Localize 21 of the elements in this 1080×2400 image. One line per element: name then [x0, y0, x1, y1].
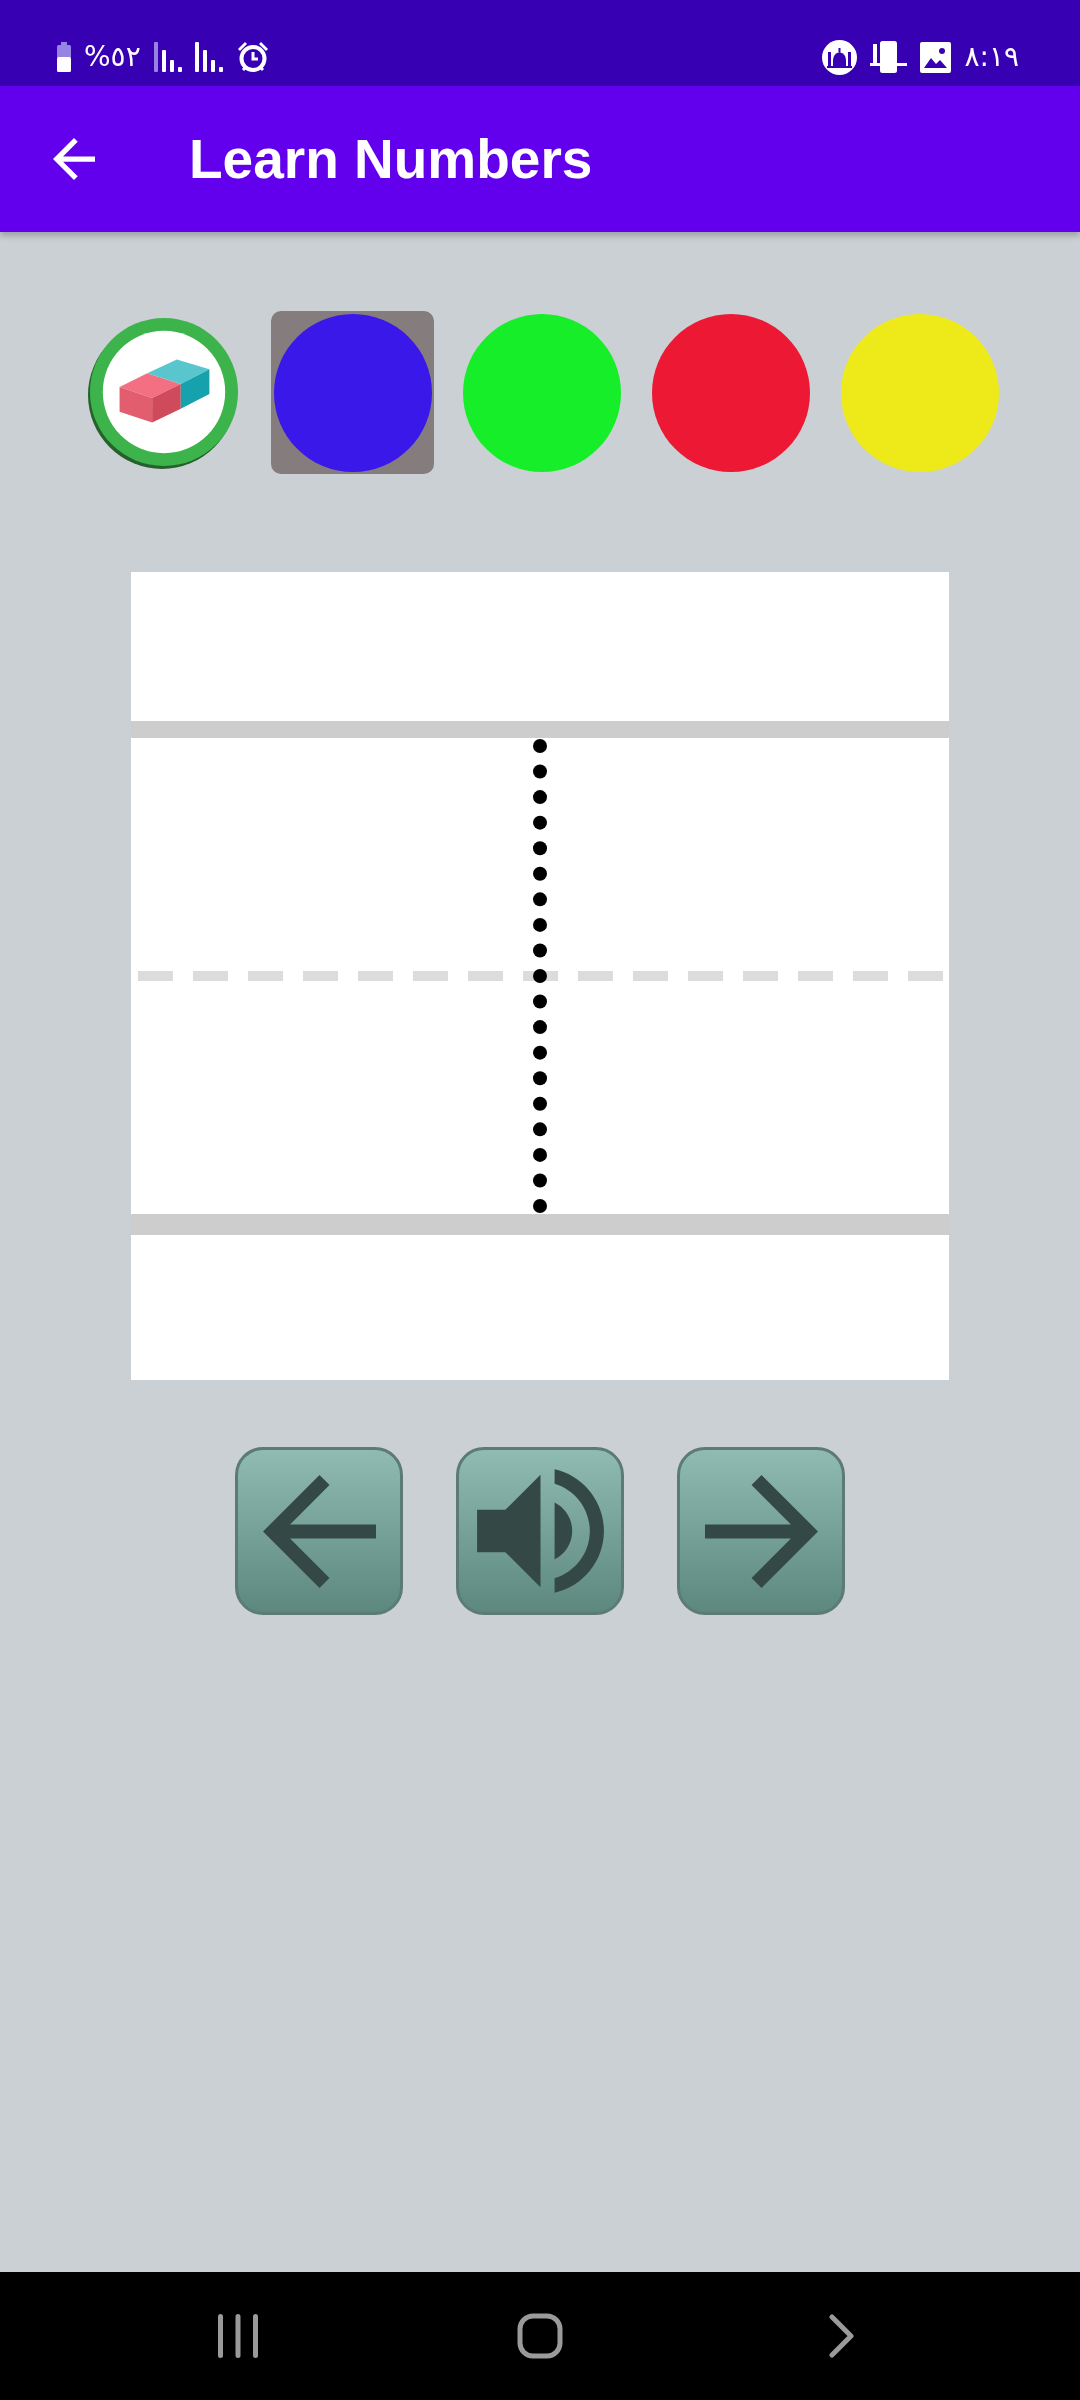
- arrow-left-icon: [262, 1474, 376, 1588]
- chevron-right-icon[interactable]: [829, 2314, 855, 2358]
- recents-icon[interactable]: [218, 2314, 258, 2358]
- signal-icon: [153, 42, 182, 72]
- next-button[interactable]: [677, 1447, 845, 1615]
- screen-title: Learn Numbers: [189, 128, 593, 190]
- sound-button[interactable]: [456, 1447, 624, 1615]
- mosque-icon: [822, 39, 858, 75]
- previous-button[interactable]: [235, 1447, 403, 1615]
- home-icon[interactable]: [517, 2313, 563, 2359]
- speaker-icon: [476, 1469, 604, 1593]
- clock-time: ٨:١٩: [964, 43, 1019, 71]
- arrow-left-icon: [53, 138, 95, 180]
- eraser-icon: [87, 316, 240, 469]
- battery-percentage: %٥٢: [84, 43, 141, 71]
- phone-icon: [870, 41, 908, 73]
- arrow-right-icon: [704, 1474, 818, 1588]
- battery-icon: [57, 42, 71, 72]
- signal-icon: [194, 42, 223, 72]
- back-button[interactable]: [53, 138, 95, 180]
- image-icon: [920, 41, 952, 73]
